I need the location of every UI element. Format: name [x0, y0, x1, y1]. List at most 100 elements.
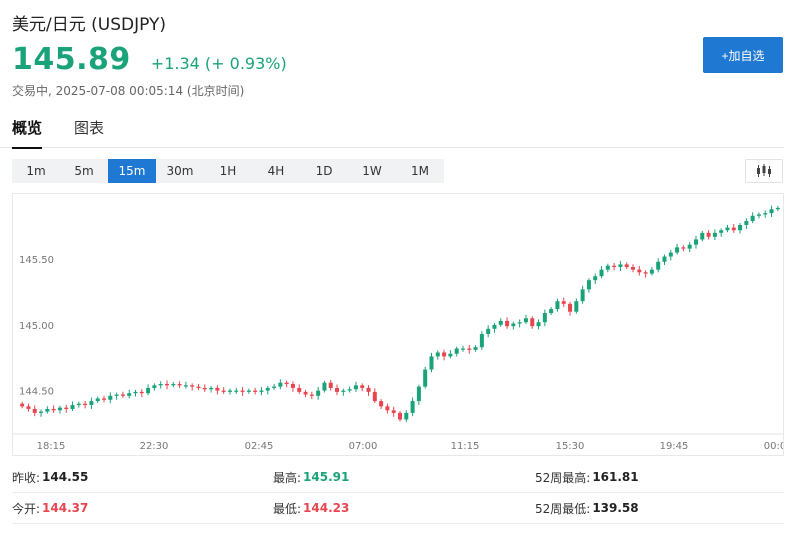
candle-body: [183, 385, 188, 387]
candle-body: [744, 221, 749, 225]
candle-body: [574, 301, 579, 312]
candle: [505, 317, 510, 329]
tab-overview[interactable]: 概览: [12, 118, 43, 149]
candle-body: [612, 265, 617, 268]
candle: [353, 381, 358, 392]
candle-body: [70, 405, 75, 409]
stat-prev-close: 昨收: 144.55: [12, 470, 89, 485]
candle-body: [435, 352, 440, 357]
candle: [442, 349, 447, 361]
candle: [133, 389, 138, 397]
candle-body: [769, 209, 774, 214]
candle: [366, 385, 371, 396]
candle: [706, 230, 711, 240]
stats-panel: 昨收: 144.55 最高: 145.91 52周最高: 161.81 今开: …: [12, 462, 784, 524]
candle: [731, 224, 736, 233]
interval-1mo[interactable]: 1M: [396, 159, 444, 183]
candle: [102, 395, 107, 403]
candle: [612, 262, 617, 271]
candle: [70, 401, 75, 411]
stats-row: 今开: 144.37 最低: 144.23 52周最低: 139.58: [12, 493, 784, 524]
candle: [57, 405, 62, 414]
candle-body: [297, 387, 302, 392]
x-tick-label: 19:45: [660, 441, 689, 452]
tab-chart[interactable]: 图表: [74, 118, 104, 148]
candle: [511, 321, 516, 330]
candle-body: [32, 408, 37, 413]
x-tick-label: 22:30: [140, 441, 169, 452]
candle: [64, 404, 69, 413]
candle-body: [290, 384, 295, 388]
candle-body: [303, 391, 308, 395]
candle-body: [158, 384, 163, 386]
candle-body: [712, 232, 717, 237]
candle-body: [486, 328, 491, 335]
candle: [687, 241, 692, 252]
candle: [253, 387, 258, 395]
interval-1d[interactable]: 1D: [300, 159, 348, 183]
candle-body: [731, 227, 736, 231]
stat-high: 最高: 145.91: [273, 470, 350, 485]
candle: [391, 406, 396, 417]
candle: [744, 218, 749, 229]
candle-body: [190, 385, 195, 387]
candle: [473, 345, 478, 352]
candle-body: [561, 301, 566, 304]
candle-body: [448, 353, 453, 357]
candle: [303, 389, 308, 398]
candle-body: [511, 323, 516, 327]
candle: [227, 388, 232, 395]
candle: [775, 205, 780, 212]
last-price: 145.89: [12, 42, 131, 77]
candle-body: [102, 398, 107, 400]
candle-body: [706, 232, 711, 237]
candle: [297, 384, 302, 394]
candle-body: [530, 318, 535, 327]
add-to-watchlist-button[interactable]: +加自选: [703, 37, 783, 73]
candle: [712, 229, 717, 241]
candle-body: [259, 390, 264, 392]
interval-30m[interactable]: 30m: [156, 159, 204, 183]
candle-body: [460, 348, 465, 350]
candle: [492, 322, 497, 333]
candle: [360, 383, 365, 392]
interval-1h[interactable]: 1H: [204, 159, 252, 183]
candle-body: [328, 382, 333, 388]
candle-body: [618, 264, 623, 268]
candle: [605, 263, 610, 273]
candle: [460, 345, 465, 352]
candle-body: [234, 390, 239, 392]
candle-body: [568, 303, 573, 312]
chart-type-button[interactable]: [745, 159, 783, 183]
candle-body: [750, 215, 755, 222]
candle-body: [76, 403, 81, 406]
candle-body: [498, 320, 503, 325]
interval-1m[interactable]: 1m: [12, 159, 60, 183]
candle: [379, 399, 384, 409]
candle: [234, 387, 239, 394]
candle-body: [316, 390, 321, 396]
candle-body: [693, 239, 698, 245]
candle-body: [391, 410, 396, 413]
candle-body: [756, 214, 761, 216]
interval-4h[interactable]: 4H: [252, 159, 300, 183]
candle-body: [108, 395, 113, 400]
candle: [750, 212, 755, 223]
candle: [284, 380, 289, 388]
candle-body: [152, 385, 157, 388]
candle: [146, 384, 151, 396]
interval-15m[interactable]: 15m: [108, 159, 156, 183]
candle-body: [379, 401, 384, 407]
price-chart[interactable]: 144.50 145.00 145.50 18:15 22:30 02:45 07:00 1…: [12, 193, 784, 456]
candle-body: [555, 301, 560, 310]
candle: [316, 387, 321, 400]
candle: [171, 382, 176, 388]
candle-body: [284, 382, 289, 384]
candle-body: [120, 394, 125, 396]
interval-1w[interactable]: 1W: [348, 159, 396, 183]
candle-body: [57, 407, 62, 411]
candle: [599, 266, 604, 279]
candle: [290, 381, 295, 392]
interval-5m[interactable]: 5m: [60, 159, 108, 183]
candle: [410, 397, 415, 417]
